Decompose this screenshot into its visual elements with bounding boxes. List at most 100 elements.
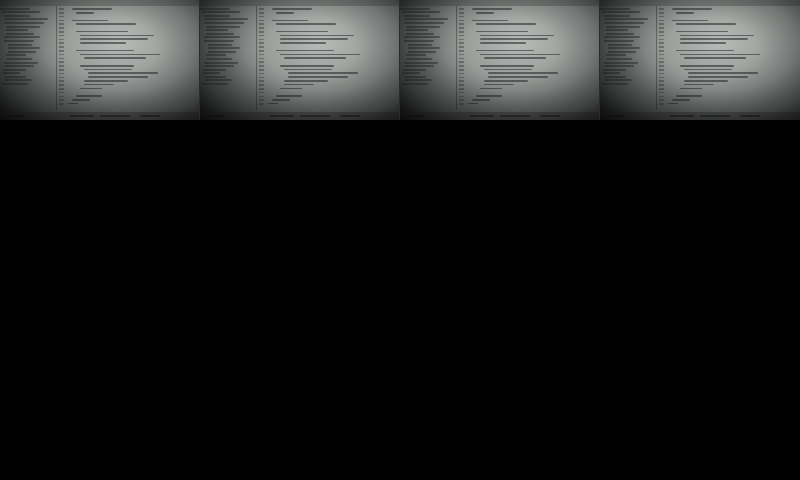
- code-editor[interactable]: [268, 6, 399, 110]
- tree-item[interactable]: [602, 68, 626, 71]
- tree-item[interactable]: [404, 18, 448, 21]
- tree-item[interactable]: [402, 68, 426, 71]
- tree-item[interactable]: [408, 47, 440, 50]
- tree-item[interactable]: [602, 72, 620, 75]
- line-number: [59, 65, 64, 67]
- tree-item[interactable]: [606, 57, 632, 60]
- tree-item[interactable]: [608, 47, 640, 50]
- tree-item[interactable]: [202, 72, 220, 75]
- code-editor[interactable]: [68, 6, 199, 110]
- tree-item[interactable]: [404, 39, 434, 42]
- tree-item[interactable]: [208, 50, 236, 53]
- tree-item[interactable]: [604, 39, 634, 42]
- tree-item[interactable]: [206, 29, 228, 32]
- tree-item[interactable]: [204, 18, 248, 21]
- tree-item[interactable]: [406, 32, 434, 35]
- tree-item[interactable]: [202, 83, 228, 86]
- tree-item[interactable]: [0, 7, 30, 10]
- tree-item[interactable]: [4, 75, 26, 78]
- tree-item[interactable]: [606, 25, 640, 28]
- tree-item[interactable]: [404, 65, 434, 68]
- tree-item[interactable]: [402, 83, 428, 86]
- tree-item[interactable]: [406, 25, 440, 28]
- tree-item[interactable]: [2, 68, 26, 71]
- tree-item[interactable]: [4, 36, 40, 39]
- tree-item[interactable]: [204, 61, 238, 64]
- tree-item[interactable]: [2, 72, 20, 75]
- tree-item[interactable]: [4, 79, 32, 82]
- line-number: [459, 8, 464, 10]
- tree-item[interactable]: [2, 11, 40, 14]
- tree-item[interactable]: [604, 14, 630, 17]
- tree-item[interactable]: [402, 72, 420, 75]
- tree-item[interactable]: [404, 75, 426, 78]
- tree-item[interactable]: [204, 21, 244, 24]
- tree-item[interactable]: [2, 83, 28, 86]
- ide-screenshot-frame-3: [400, 0, 600, 120]
- tree-item[interactable]: [8, 43, 32, 46]
- tree-item[interactable]: [604, 61, 638, 64]
- tree-item[interactable]: [8, 47, 40, 50]
- tree-item[interactable]: [608, 43, 632, 46]
- project-tree-panel[interactable]: [200, 6, 257, 110]
- tree-item[interactable]: [602, 11, 640, 14]
- tree-item[interactable]: [4, 18, 48, 21]
- tree-item[interactable]: [204, 65, 234, 68]
- tree-item[interactable]: [408, 43, 432, 46]
- tree-item[interactable]: [604, 65, 634, 68]
- tree-item[interactable]: [404, 14, 430, 17]
- tree-item[interactable]: [6, 25, 40, 28]
- tree-item[interactable]: [202, 68, 226, 71]
- tree-item[interactable]: [400, 7, 430, 10]
- tree-item[interactable]: [208, 43, 232, 46]
- project-tree-panel[interactable]: [0, 6, 57, 110]
- project-tree-panel[interactable]: [400, 6, 457, 110]
- tree-item[interactable]: [606, 54, 626, 57]
- tree-item[interactable]: [604, 18, 648, 21]
- tree-item[interactable]: [404, 79, 432, 82]
- tree-item[interactable]: [204, 39, 234, 42]
- tree-item[interactable]: [600, 7, 630, 10]
- tree-item[interactable]: [604, 36, 640, 39]
- code-editor[interactable]: [468, 6, 599, 110]
- tree-item[interactable]: [208, 47, 240, 50]
- tree-item[interactable]: [206, 57, 232, 60]
- tree-item[interactable]: [6, 29, 28, 32]
- tree-item[interactable]: [6, 54, 26, 57]
- tree-item[interactable]: [4, 65, 34, 68]
- code-line: [480, 38, 548, 41]
- tree-item[interactable]: [408, 50, 436, 53]
- tree-item[interactable]: [206, 25, 240, 28]
- tree-item[interactable]: [204, 75, 226, 78]
- tree-item[interactable]: [602, 83, 628, 86]
- project-tree-panel[interactable]: [600, 6, 657, 110]
- tree-item[interactable]: [204, 79, 232, 82]
- tree-item[interactable]: [404, 61, 438, 64]
- code-editor[interactable]: [668, 6, 800, 110]
- tree-item[interactable]: [604, 21, 644, 24]
- tree-item[interactable]: [608, 50, 636, 53]
- tree-item[interactable]: [6, 32, 34, 35]
- tree-item[interactable]: [206, 54, 226, 57]
- tree-item[interactable]: [202, 11, 240, 14]
- tree-item[interactable]: [6, 57, 32, 60]
- tree-item[interactable]: [204, 14, 230, 17]
- tree-item[interactable]: [606, 29, 628, 32]
- tree-item[interactable]: [4, 14, 30, 17]
- tree-item[interactable]: [406, 29, 428, 32]
- tree-item[interactable]: [8, 50, 36, 53]
- tree-item[interactable]: [204, 36, 240, 39]
- tree-item[interactable]: [404, 21, 444, 24]
- tree-item[interactable]: [206, 32, 234, 35]
- tree-item[interactable]: [606, 32, 634, 35]
- tree-item[interactable]: [4, 39, 34, 42]
- tree-item[interactable]: [604, 79, 632, 82]
- tree-item[interactable]: [4, 61, 38, 64]
- tree-item[interactable]: [200, 7, 230, 10]
- tree-item[interactable]: [406, 54, 426, 57]
- tree-item[interactable]: [604, 75, 626, 78]
- tree-item[interactable]: [406, 57, 432, 60]
- tree-item[interactable]: [404, 36, 440, 39]
- tree-item[interactable]: [402, 11, 440, 14]
- tree-item[interactable]: [4, 21, 44, 24]
